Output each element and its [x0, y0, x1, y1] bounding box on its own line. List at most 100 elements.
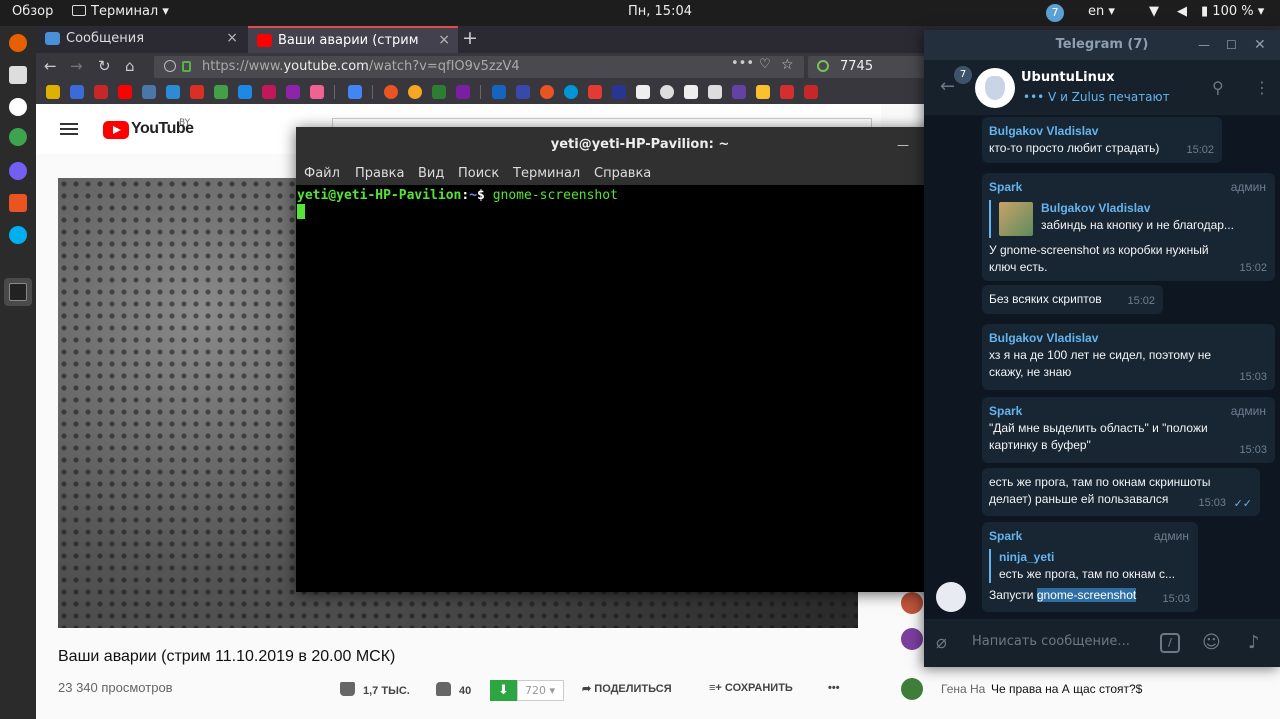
telegram-tray-icon[interactable]: 7: [1046, 4, 1064, 22]
bookmark-icon[interactable]: [310, 85, 324, 99]
reply-quote[interactable]: Bulgakov Vladislav забиндь на кнопку и н…: [989, 200, 1268, 238]
reload-icon[interactable]: ↻: [98, 57, 111, 75]
pocket-icon[interactable]: ♡: [759, 57, 771, 72]
activities-button[interactable]: Обзор: [12, 4, 53, 19]
site-info-icon[interactable]: [164, 60, 176, 72]
bookmark-star-icon[interactable]: ☆: [781, 57, 794, 73]
bookmark-icon[interactable]: [564, 85, 578, 99]
microphone-icon[interactable]: ♪: [1248, 632, 1260, 653]
bookmark-icon[interactable]: [708, 85, 722, 99]
menu-view[interactable]: Вид: [418, 166, 444, 181]
bookmark-icon[interactable]: [384, 85, 398, 99]
back-icon[interactable]: ←: [44, 57, 57, 75]
bookmark-icon[interactable]: [214, 85, 228, 99]
bookmark-icon[interactable]: [238, 85, 252, 99]
menu-terminal[interactable]: Терминал: [513, 166, 580, 181]
bookmark-icon[interactable]: [94, 85, 108, 99]
volume-icon[interactable]: ◀: [1177, 4, 1187, 19]
share-button[interactable]: ➦ ПОДЕЛИТЬСЯ: [582, 682, 672, 695]
minimize-icon[interactable]: —: [897, 127, 909, 163]
battery-indicator[interactable]: ▮ 100 % ▾: [1201, 4, 1264, 19]
maximize-icon[interactable]: ☐: [1226, 30, 1237, 60]
message-input[interactable]: Написать сообщение...: [972, 634, 1130, 649]
close-tab-icon[interactable]: ×: [438, 32, 450, 48]
dislike-button[interactable]: 40: [436, 682, 471, 697]
bookmark-icon[interactable]: [432, 85, 446, 99]
like-button[interactable]: 1,7 ТЫС.: [340, 682, 410, 697]
message-bubble[interactable]: Spark админ ninja_yeti есть же прога, та…: [982, 522, 1198, 612]
more-vertical-icon[interactable]: ⋮: [1254, 78, 1270, 97]
bookmark-icon[interactable]: [348, 85, 362, 99]
new-tab-button[interactable]: +: [462, 27, 478, 49]
minimize-icon[interactable]: —: [1198, 30, 1210, 60]
message-author[interactable]: Bulgakov Vladislav: [989, 123, 1215, 140]
chat-avatar[interactable]: [975, 68, 1015, 108]
page-actions-icon[interactable]: •••: [731, 56, 754, 71]
message-bubble[interactable]: Bulgakov Vladislav хз я на де 100 лет не…: [982, 324, 1275, 390]
tab-messages[interactable]: Сообщения ×: [36, 26, 246, 53]
message-author[interactable]: Spark: [989, 179, 1268, 196]
bookmark-icon[interactable]: [780, 85, 794, 99]
close-window-icon[interactable]: ✕: [1254, 30, 1266, 60]
bookmark-icon[interactable]: [142, 85, 156, 99]
save-button[interactable]: ≡+ СОХРАНИТЬ: [709, 682, 793, 694]
bookmark-icon[interactable]: [190, 85, 204, 99]
bookmark-icon[interactable]: [588, 85, 602, 99]
bookmark-icon[interactable]: [46, 85, 60, 99]
terminal-titlebar[interactable]: yeti@yeti-HP-Pavilion: ~: [296, 127, 984, 163]
close-tab-icon[interactable]: ×: [226, 30, 238, 46]
chat-name[interactable]: UbuntuLinux: [1021, 70, 1114, 85]
message-author[interactable]: Bulgakov Vladislav: [989, 330, 1268, 347]
firefox-icon[interactable]: [9, 34, 27, 52]
youtube-logo-icon[interactable]: [103, 121, 129, 139]
app-menu[interactable]: Терминал ▾: [72, 4, 169, 19]
message-bubble[interactable]: есть же прога, там по окнам скриншоты де…: [982, 468, 1260, 516]
bookmark-icon[interactable]: [118, 85, 132, 99]
skype-icon[interactable]: [9, 226, 27, 244]
download-count[interactable]: 720 ▾: [517, 680, 564, 701]
message-bubble[interactable]: Spark админ "Дай мне выделить область" и…: [982, 397, 1275, 463]
home-icon[interactable]: ⌂: [125, 57, 135, 75]
bookmark-icon[interactable]: [516, 85, 530, 99]
message-bubble[interactable]: Bulgakov Vladislav кто-то просто любит с…: [982, 117, 1222, 163]
url-bar[interactable]: https://www.youtube.com/watch?v=qfIO9v5z…: [154, 56, 804, 78]
bookmark-icon[interactable]: [684, 85, 698, 99]
bookmark-icon[interactable]: [636, 85, 650, 99]
hamburger-menu-icon[interactable]: [60, 123, 78, 135]
back-arrow-icon[interactable]: ←: [940, 76, 955, 97]
bookmark-icon[interactable]: [286, 85, 300, 99]
bookmark-icon[interactable]: [166, 85, 180, 99]
bookmark-icon[interactable]: [262, 85, 276, 99]
message-author[interactable]: Spark: [989, 403, 1268, 420]
menu-search[interactable]: Поиск: [458, 166, 499, 181]
reply-quote[interactable]: ninja_yeti есть же прога, там по окнам с…: [989, 549, 1191, 583]
rhythmbox-icon[interactable]: [9, 98, 27, 116]
files-icon[interactable]: [9, 66, 27, 84]
message-bubble[interactable]: Spark админ Bulgakov Vladislav забиндь н…: [982, 173, 1275, 281]
menu-edit[interactable]: Правка: [355, 166, 404, 181]
bookmark-icon[interactable]: [756, 85, 770, 99]
menu-file[interactable]: Файл: [304, 166, 340, 181]
bookmark-icon[interactable]: [732, 85, 746, 99]
clock[interactable]: Пн, 15:04: [628, 4, 692, 19]
terminal-output[interactable]: yeti@yeti-HP-Pavilion:~$ gnome-screensho…: [296, 185, 984, 592]
viber-icon[interactable]: [9, 162, 27, 180]
bookmark-icon[interactable]: [456, 85, 470, 99]
bookmark-icon[interactable]: [70, 85, 84, 99]
software-center-icon[interactable]: [9, 194, 27, 212]
bookmark-icon[interactable]: [408, 85, 422, 99]
search-icon[interactable]: ⚲: [1212, 78, 1224, 97]
menu-help[interactable]: Справка: [594, 166, 651, 181]
bot-commands-icon[interactable]: /: [1160, 633, 1180, 653]
more-actions-icon[interactable]: •••: [828, 682, 840, 694]
message-bubble[interactable]: Без всяких скриптов 15:02: [982, 285, 1163, 314]
zoom-counter[interactable]: 7745: [808, 56, 928, 78]
sender-avatar[interactable]: [936, 582, 966, 612]
tab-youtube[interactable]: Ваши аварии (стрим ×: [248, 26, 458, 53]
bookmark-icon[interactable]: [804, 85, 818, 99]
bookmark-icon[interactable]: [540, 85, 554, 99]
download-button[interactable]: ⬇: [490, 680, 517, 701]
telegram-dock-icon[interactable]: [9, 128, 27, 146]
forward-icon[interactable]: →: [70, 57, 83, 75]
bookmark-icon[interactable]: [612, 85, 626, 99]
